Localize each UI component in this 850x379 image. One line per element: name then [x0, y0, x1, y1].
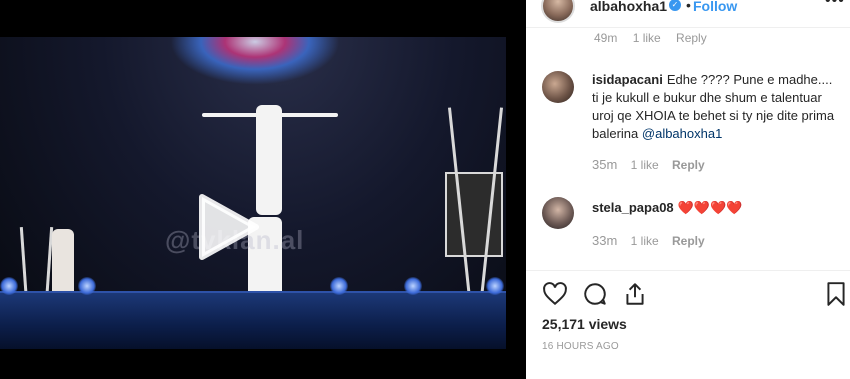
avatar[interactable] — [541, 0, 575, 23]
stage-floor — [0, 291, 506, 349]
post-video[interactable]: @tvklan.al — [0, 37, 506, 349]
comment-item: isidapacani Edhe ???? Pune e madhe.... ti… — [542, 71, 842, 181]
comment-username[interactable]: isidapacani — [592, 72, 663, 87]
comment-time: 49m — [594, 31, 618, 45]
stage-spotlight — [78, 277, 96, 295]
play-icon[interactable] — [196, 193, 260, 261]
reply-button[interactable]: Reply — [676, 31, 707, 45]
avatar[interactable] — [542, 71, 574, 103]
stage-lights — [170, 37, 340, 85]
comment-body: ❤️❤️❤️❤️ — [677, 200, 743, 215]
reply-button[interactable]: Reply — [672, 234, 705, 248]
separator-dot: • — [686, 0, 691, 13]
post-header: albahoxha1 ✓ • Follow ••• — [526, 0, 850, 28]
reply-button[interactable]: Reply — [672, 158, 705, 172]
comment-meta: 33m 1 like Reply — [592, 233, 715, 248]
views-count[interactable]: 25,171 views — [542, 316, 627, 332]
dancer-top-arms — [202, 113, 338, 117]
comment-mention-link[interactable]: @albahoxha1 — [642, 126, 722, 141]
verified-badge-icon: ✓ — [669, 0, 681, 11]
comment-time[interactable]: 35m — [592, 157, 617, 172]
comment-item: stela_papa08 ❤️❤️❤️❤️ 33m 1 like Reply — [542, 197, 842, 253]
avatar[interactable] — [542, 197, 574, 229]
comment-likes[interactable]: 1 like — [631, 234, 659, 248]
post-side-panel: albahoxha1 ✓ • Follow ••• 49m 1 like Rep… — [526, 0, 850, 379]
previous-comment-meta: 49m 1 like Reply — [594, 31, 707, 45]
follow-button[interactable]: Follow — [693, 0, 737, 14]
ellipsis-icon[interactable]: ••• — [825, 0, 845, 10]
comment-time[interactable]: 33m — [592, 233, 617, 248]
bookmark-icon[interactable] — [823, 281, 849, 307]
stage-spotlight — [330, 277, 348, 295]
post-actions: 25,171 views 16 HOURS AGO — [526, 270, 850, 379]
share-icon[interactable] — [622, 281, 648, 307]
comment-username[interactable]: stela_papa08 — [592, 200, 674, 215]
comment-icon[interactable] — [582, 281, 608, 307]
comment-likes[interactable]: 1 like — [633, 31, 661, 45]
stage-spotlight — [486, 277, 504, 295]
instagram-post-window: @tvklan.al albahoxha1 ✓ • Follow ••• 49m… — [0, 0, 850, 379]
comment-text: isidapacani Edhe ???? Pune e madhe.... ti… — [592, 71, 837, 143]
post-username[interactable]: albahoxha1 — [590, 0, 667, 14]
comment-meta: 35m 1 like Reply — [592, 157, 715, 172]
stage-spotlight — [0, 277, 18, 295]
heart-icon[interactable] — [542, 281, 568, 307]
comment-text: stela_papa08 ❤️❤️❤️❤️ — [592, 199, 837, 217]
comment-likes[interactable]: 1 like — [631, 158, 659, 172]
posted-time[interactable]: 16 HOURS AGO — [542, 341, 619, 352]
stage-spotlight — [404, 277, 422, 295]
